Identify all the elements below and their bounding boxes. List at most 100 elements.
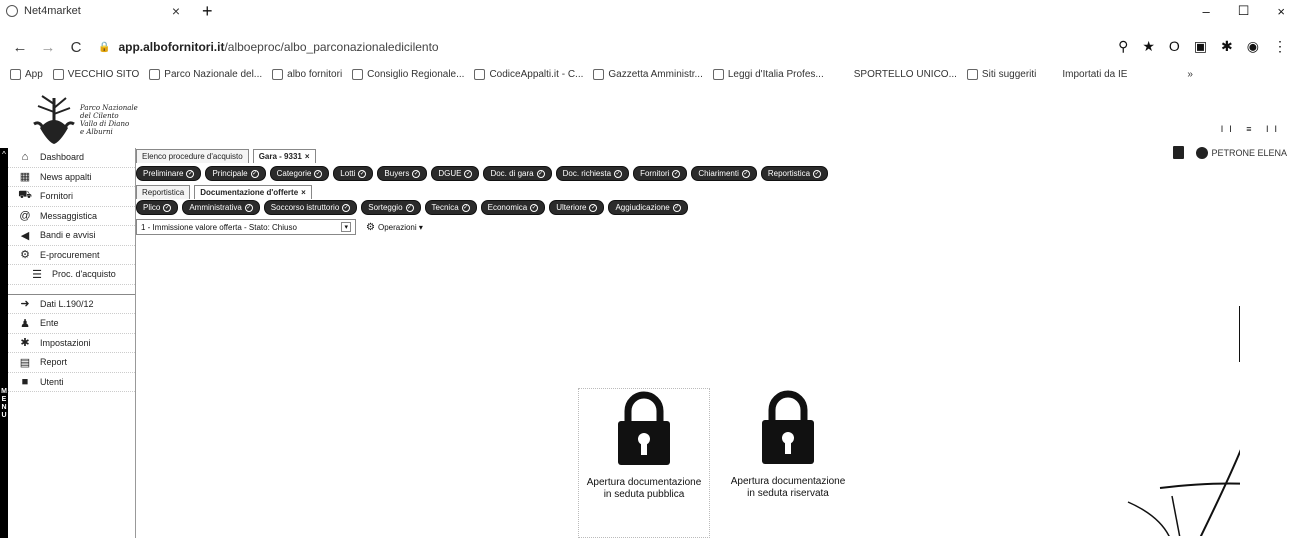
check-circle-icon: ✓ <box>405 203 414 212</box>
collapse-menu-icon[interactable]: ^ <box>0 150 8 159</box>
bandi-e-avvisi-icon: ◀ <box>20 229 30 242</box>
menu-item-messaggistica[interactable]: @ Messaggistica <box>8 207 135 226</box>
user-icon <box>1196 146 1209 159</box>
bookmark-label: Siti suggeriti <box>981 68 1037 80</box>
star-icon[interactable]: ★ <box>1142 38 1155 55</box>
bookmark-item[interactable]: VECCHIO SITO <box>52 68 139 80</box>
tab-dgue[interactable]: DGUE ✓ <box>431 166 480 181</box>
tab-label: DGUE <box>438 169 462 178</box>
close-icon[interactable]: × <box>305 152 310 161</box>
tab-documentazione-d-offerte[interactable]: Documentazione d'offerte × <box>194 185 312 199</box>
bookmark-label: » <box>1187 68 1193 80</box>
menu-item-fornitori[interactable]: ⛟ Fornitori <box>8 187 135 207</box>
tab-fornitori[interactable]: Fornitori ✓ <box>633 166 688 181</box>
puzzle-icon[interactable]: ✱ <box>1221 38 1233 55</box>
menu-divider <box>8 285 135 295</box>
tab-preliminare[interactable]: Preliminare ✓ <box>136 166 202 181</box>
side-menu: ⌂ Dashboard ▦ News appalti ⛟ Fornitori @ Messag… <box>8 148 136 538</box>
menu-item-bandi-e-avvisi[interactable]: ◀ Bandi e avvisi <box>8 226 135 246</box>
tab-reportistica[interactable]: Reportistica <box>136 185 191 199</box>
profile-icon[interactable]: ◉ <box>1247 38 1259 55</box>
tab-sorteggio[interactable]: Sorteggio ✓ <box>361 200 421 215</box>
bookmark-item[interactable]: Leggi d'Italia Profes... <box>712 68 824 80</box>
tab-buyers[interactable]: Buyers ✓ <box>377 166 428 181</box>
menu-item-news-appalti[interactable]: ▦ News appalti <box>8 168 135 187</box>
reload-icon[interactable]: C <box>68 39 84 56</box>
bookmark-item[interactable]: Siti suggeriti <box>966 68 1037 80</box>
operations-dropdown[interactable]: ⚙ Operazioni ▾ <box>366 222 423 233</box>
tab-label: Chiarimenti <box>698 169 739 178</box>
tab-economica[interactable]: Economica ✓ <box>480 200 546 215</box>
padlock-icon[interactable]: 🔒 <box>98 42 110 53</box>
tab-amministrativa[interactable]: Amministrativa ✓ <box>182 200 260 215</box>
header-icons[interactable]: II ≡ II <box>1221 124 1283 134</box>
ext-icon[interactable]: ▣ <box>1194 38 1207 55</box>
menu-item-e-procurement[interactable]: ⚙ E-procurement <box>8 246 135 265</box>
menu-item-label: Proc. d'acquisto <box>52 269 116 280</box>
minimize-button[interactable]: – <box>1203 4 1210 19</box>
forward-arrow-icon[interactable]: → <box>40 39 56 56</box>
menu-item-dashboard[interactable]: ⌂ Dashboard <box>8 148 135 168</box>
menu-item-proc-dacquisto[interactable]: ☰ Proc. d'acquisto <box>8 265 135 285</box>
tab-label: Amministrativa <box>189 203 242 212</box>
tab-soccorso-istruttorio[interactable]: Soccorso istruttorio ✓ <box>263 200 358 215</box>
bookmark-item[interactable]: » <box>1187 69 1193 80</box>
tab-gara-9331[interactable]: Gara - 9331 × <box>252 149 316 163</box>
menu-item-dati-l-190-12[interactable]: ➜ Dati L.190/12 <box>8 295 135 314</box>
tab-tecnica[interactable]: Tecnica ✓ <box>424 200 477 215</box>
url-field[interactable]: 🔒 app.albofornitori.it /alboeproc/albo_p… <box>98 40 439 54</box>
tab-ulteriore[interactable]: Ulteriore ✓ <box>549 200 605 215</box>
menu-item-label: Report <box>40 357 68 368</box>
window-controls: – ☐ × <box>1203 0 1293 22</box>
bookmark-item[interactable]: Gazzetta Amministr... <box>593 68 703 80</box>
bookmark-item[interactable]: CodiceAppalti.it - C... <box>474 68 583 80</box>
bookmark-label: Parco Nazionale del... <box>164 68 263 80</box>
open-public-session-button[interactable]: Apertura documentazione in seduta pubbli… <box>578 388 710 538</box>
check-circle-icon: ✓ <box>244 203 253 212</box>
menu-item-ente[interactable]: ♟ Ente <box>8 314 135 334</box>
ente-icon: ♟ <box>20 317 30 330</box>
menu-item-report[interactable]: ▤ Report <box>8 353 135 373</box>
tab-elenco-procedure-d-acquisto[interactable]: Elenco procedure d'acquisto <box>136 149 249 163</box>
check-circle-icon: ✓ <box>672 203 681 212</box>
new-tab-button[interactable]: + <box>202 1 213 22</box>
chevron-down-icon[interactable]: ▾ <box>341 222 351 232</box>
bookmark-item[interactable]: App <box>10 68 43 80</box>
tab-lotti[interactable]: Lotti ✓ <box>333 166 374 181</box>
bookmark-item[interactable]: Parco Nazionale del... <box>149 68 263 80</box>
url-path: /alboeproc/albo_parconazionaledicilento <box>224 40 439 54</box>
opera-icon[interactable]: O <box>1169 38 1180 55</box>
tab-doc-richiesta[interactable]: Doc. richiesta ✓ <box>555 166 630 181</box>
tab-close-icon[interactable]: × <box>172 3 180 19</box>
document-icon[interactable] <box>1173 146 1185 159</box>
user-area[interactable]: PETRONE ELENA <box>1173 146 1287 159</box>
tab-aggiudicazione[interactable]: Aggiudicazione ✓ <box>608 200 688 215</box>
tab-plico[interactable]: Plico ✓ <box>136 200 179 215</box>
tab-doc-di-gara[interactable]: Doc. di gara ✓ <box>483 166 552 181</box>
open-private-session-button[interactable]: Apertura documentazione in seduta riserv… <box>722 388 854 538</box>
tab-principale[interactable]: Principale ✓ <box>205 166 266 181</box>
close-icon[interactable]: × <box>301 188 306 197</box>
maximize-button[interactable]: ☐ <box>1238 3 1250 19</box>
menu-item-utenti[interactable]: ■ Utenti <box>8 373 135 392</box>
bookmark-item[interactable]: SPORTELLO UNICO... <box>854 69 957 80</box>
tab-chiarimenti[interactable]: Chiarimenti ✓ <box>691 166 757 181</box>
logo-line: del Cilento <box>80 112 119 120</box>
menu-item-impostazioni[interactable]: ✱ Impostazioni <box>8 334 135 353</box>
menu-vertical-label[interactable]: M E N U <box>0 388 8 420</box>
globe-icon <box>272 68 284 80</box>
search-icon[interactable]: ⚲ <box>1118 38 1128 55</box>
close-window-button[interactable]: × <box>1277 4 1285 19</box>
browser-tab[interactable]: Net4market × <box>0 0 180 22</box>
tab-reportistica[interactable]: Reportistica ✓ <box>760 166 829 181</box>
menu-sidebar-strip[interactable] <box>0 148 8 538</box>
bookmark-item[interactable]: Consiglio Regionale... <box>352 68 464 80</box>
back-arrow-icon[interactable]: ← <box>12 39 28 56</box>
park-icon <box>149 68 161 80</box>
bookmark-item[interactable]: albo fornitori <box>272 68 342 80</box>
impostazioni-icon: ✱ <box>20 337 30 350</box>
bookmark-item[interactable]: Importati da IE <box>1062 69 1127 80</box>
tab-categorie[interactable]: Categorie ✓ <box>269 166 330 181</box>
kebab-icon[interactable]: ⋮ <box>1273 38 1287 55</box>
offer-phase-select[interactable]: 1 - Immissione valore offerta - Stato: C… <box>136 219 356 235</box>
